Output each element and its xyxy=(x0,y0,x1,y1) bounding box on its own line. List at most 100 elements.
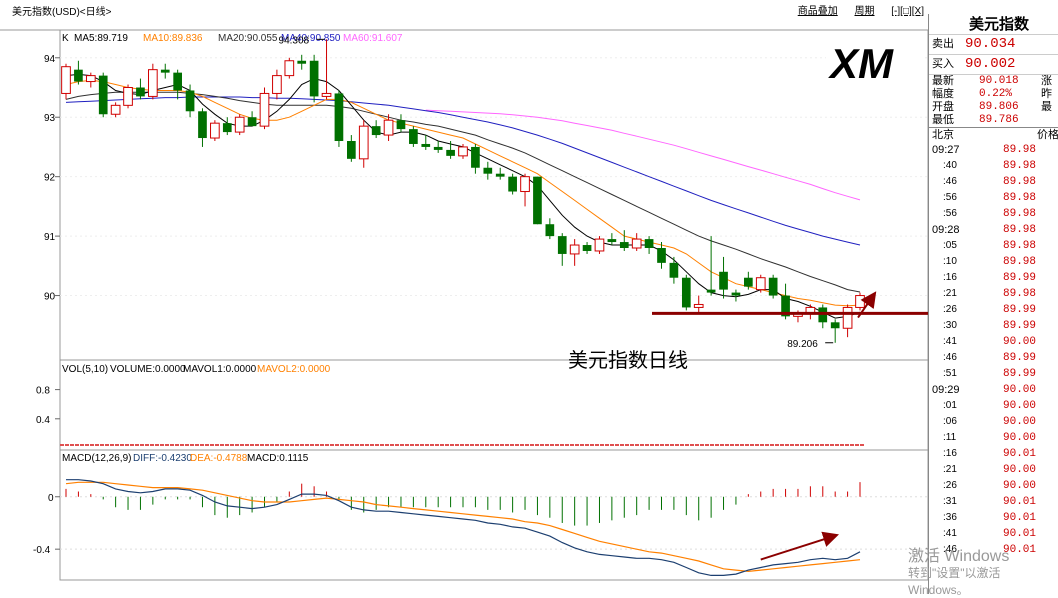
candle-body-down xyxy=(409,129,418,144)
tick-row[interactable]: :21 90.00 xyxy=(929,462,1058,478)
diff-label: DIFF:-0.4230 xyxy=(133,453,192,464)
tick-row[interactable]: :56 89.98 xyxy=(929,190,1058,206)
candle-body-down xyxy=(533,176,542,225)
tick-row[interactable]: :05 89.98 xyxy=(929,238,1058,254)
tick-row[interactable]: 09:28 89.98 xyxy=(929,222,1058,238)
buy-row: 买入 90.002 xyxy=(929,54,1058,75)
candle-body-down xyxy=(495,173,505,177)
buy-value: 90.002 xyxy=(965,56,1016,72)
candle-body-down xyxy=(657,248,666,263)
candle-body-down xyxy=(681,277,691,308)
tick-price: 90.00 xyxy=(1003,336,1037,348)
sell-label: 卖出 xyxy=(932,38,954,50)
candle-body-down xyxy=(136,87,145,97)
candle-body-down xyxy=(557,236,567,254)
macd-pane-frame xyxy=(59,449,928,581)
candle-body-down xyxy=(396,120,406,130)
tick-time: :56 xyxy=(943,192,957,203)
info-value: 89.786 xyxy=(979,114,1019,126)
candle-body-down xyxy=(433,146,443,150)
quote-panel: 美元指数 卖出 90.034 买入 90.002 最新 90.018 涨幅度 0.22… xyxy=(928,14,1058,594)
tick-row[interactable]: :26 89.99 xyxy=(929,302,1058,318)
candle-body-up xyxy=(520,176,530,193)
candle-body-down xyxy=(160,69,170,73)
tick-row[interactable]: :16 90.01 xyxy=(929,446,1058,462)
dea-line xyxy=(65,481,861,573)
tick-row[interactable]: :41 90.00 xyxy=(929,334,1058,350)
diff-line xyxy=(66,479,861,577)
tick-row[interactable]: :56 89.98 xyxy=(929,206,1058,222)
tick-price: 89.98 xyxy=(1003,208,1037,220)
candle-body-down xyxy=(247,117,257,127)
tick-row[interactable]: :41 90.01 xyxy=(929,526,1058,542)
tick-price: 89.98 xyxy=(1003,256,1037,268)
tick-price: 89.98 xyxy=(1003,144,1037,156)
tick-row[interactable]: :36 90.01 xyxy=(929,510,1058,526)
tick-row[interactable]: :06 90.00 xyxy=(929,414,1058,430)
volume-label: VOLUME:0.0000 xyxy=(110,364,186,375)
tick-list[interactable]: 09:27 89.98:40 89.98:46 89.98:56 89.98:56 89.… xyxy=(929,142,1058,558)
ticks-header: 北京 价格 xyxy=(929,127,1058,142)
tick-time: :10 xyxy=(943,256,957,267)
candle-body-down xyxy=(185,90,195,112)
candle-body-down xyxy=(471,146,480,168)
high-price-label: 94.308 xyxy=(279,35,310,46)
ma10-label: MA10:89.836 xyxy=(143,33,203,44)
candle-body-up xyxy=(85,75,96,83)
candle-body-down xyxy=(619,242,629,248)
tick-row[interactable]: 09:27 89.98 xyxy=(929,142,1058,158)
tick-time: :31 xyxy=(943,496,957,507)
tick-row[interactable]: 09:29 90.00 xyxy=(929,382,1058,398)
candle-body-down xyxy=(669,262,679,278)
tick-row[interactable]: :51 89.99 xyxy=(929,366,1058,382)
candle-body-down xyxy=(334,93,344,141)
ma40-line xyxy=(65,96,861,246)
ma60-label: MA60:91.607 xyxy=(343,33,403,44)
sell-row: 卖出 90.034 xyxy=(929,34,1058,54)
tick-price: 90.01 xyxy=(1003,496,1037,508)
tick-row[interactable]: :40 89.98 xyxy=(929,158,1058,174)
info-value: 0.22% xyxy=(979,88,1013,100)
info-row: 开盘 89.806 最 xyxy=(929,101,1058,114)
ma5-line xyxy=(65,73,861,319)
tick-row[interactable]: :46 89.98 xyxy=(929,174,1058,190)
tick-row[interactable]: :16 89.99 xyxy=(929,270,1058,286)
tick-price: 90.00 xyxy=(1003,432,1037,444)
tick-row[interactable]: :30 89.99 xyxy=(929,318,1058,334)
tick-time: :46 xyxy=(943,176,957,187)
tick-row[interactable]: :11 90.00 xyxy=(929,430,1058,446)
info-row: 最低 89.786 xyxy=(929,114,1058,127)
candle-body-up xyxy=(842,306,853,329)
tick-time: :16 xyxy=(943,448,957,459)
tick-price: 90.00 xyxy=(1003,416,1037,428)
tick-time: :05 xyxy=(943,240,957,251)
info-rows: 最新 90.018 涨幅度 0.22% 昨开盘 89.806 最最低 89.786 xyxy=(929,75,1058,127)
tick-time: :21 xyxy=(943,464,957,475)
candle-body-down xyxy=(421,143,431,147)
tick-row[interactable]: :10 89.98 xyxy=(929,254,1058,270)
chart-canvas[interactable]: K MA5:89.719 MA10:89.836 MA20:90.055 MA4… xyxy=(0,0,928,594)
candle-body-up xyxy=(123,87,133,106)
candle-body-up xyxy=(234,116,245,133)
activation-watermark-text: 转到"设置"以激活 Windows。 xyxy=(908,566,1001,597)
tick-price: 90.01 xyxy=(1003,512,1037,524)
tick-row[interactable]: :21 89.98 xyxy=(929,286,1058,302)
tick-time: :11 xyxy=(943,432,957,443)
tick-price: 89.98 xyxy=(1003,224,1037,236)
candle-body-up xyxy=(61,66,71,94)
candle-body-down xyxy=(731,292,741,296)
tick-row[interactable]: :46 89.99 xyxy=(929,350,1058,366)
candle-body-down xyxy=(582,245,592,251)
tick-price: 90.00 xyxy=(1003,464,1037,476)
candle-body-down xyxy=(309,60,319,97)
candle-body-up xyxy=(110,104,121,115)
candle-body-up xyxy=(210,122,220,139)
tick-row[interactable]: :01 90.00 xyxy=(929,398,1058,414)
tick-price: 89.98 xyxy=(1003,240,1037,252)
tick-row[interactable]: :31 90.01 xyxy=(929,494,1058,510)
candle-body-down xyxy=(74,69,83,82)
dea-label: DEA:-0.4788 xyxy=(190,453,248,464)
tick-price: 90.00 xyxy=(1003,384,1037,396)
tick-row[interactable]: :26 90.00 xyxy=(929,478,1058,494)
info-value: 90.018 xyxy=(979,75,1019,87)
